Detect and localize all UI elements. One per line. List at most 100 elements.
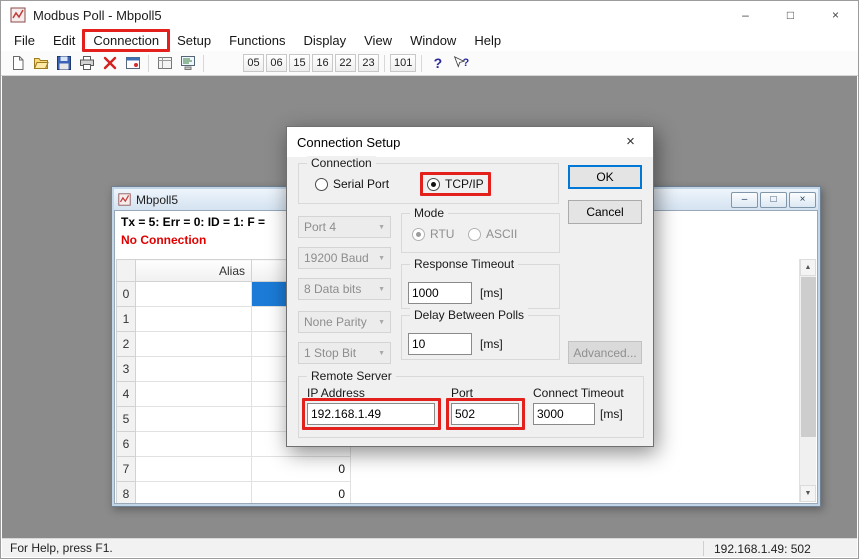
alias-cell[interactable] — [136, 282, 252, 307]
func-15-button[interactable]: 15 — [289, 54, 310, 72]
child-minimize-button[interactable]: – — [731, 192, 758, 208]
port-label: Port — [451, 386, 473, 400]
alias-cell[interactable] — [136, 382, 252, 407]
grid-row-8: 8 0 — [117, 482, 351, 505]
serial-port-radio-label: Serial Port — [333, 177, 389, 191]
function-buttons-group: 05 06 15 16 22 23 — [242, 54, 380, 72]
tcpip-radio[interactable]: TCP/IP — [427, 177, 484, 191]
new-file-button[interactable] — [6, 52, 29, 74]
poll-stats-line: Tx = 5: Err = 0: ID = 1: F = — [121, 215, 265, 229]
response-timeout-unit: [ms] — [480, 286, 503, 300]
connection-setup-button[interactable] — [121, 52, 144, 74]
context-help-button[interactable]: ? — [449, 52, 472, 74]
alias-cell[interactable] — [136, 307, 252, 332]
ip-address-input[interactable] — [307, 403, 435, 425]
row-number: 6 — [117, 432, 136, 457]
child-close-button[interactable]: × — [789, 192, 816, 208]
chevron-down-icon: ▼ — [378, 218, 385, 238]
row-number: 8 — [117, 482, 136, 505]
func-06-button[interactable]: 06 — [266, 54, 287, 72]
alias-cell[interactable] — [136, 457, 252, 482]
dialog-close-button[interactable]: × — [608, 127, 653, 156]
baud-rate-select-value: 19200 Baud — [304, 251, 369, 265]
alias-cell[interactable] — [136, 407, 252, 432]
toolbar-separator — [203, 55, 204, 72]
delay-between-polls-group: Delay Between Polls [ms] — [401, 315, 560, 360]
delay-between-polls-label: Delay Between Polls — [410, 308, 528, 322]
row-number: 2 — [117, 332, 136, 357]
response-timeout-input[interactable] — [408, 282, 472, 304]
save-button[interactable] — [52, 52, 75, 74]
print-button[interactable] — [75, 52, 98, 74]
serial-port-radio[interactable]: Serial Port — [315, 177, 389, 191]
minimize-button[interactable]: – — [723, 1, 768, 29]
func-23-button[interactable]: 23 — [358, 54, 379, 72]
alias-cell[interactable] — [136, 332, 252, 357]
chevron-down-icon: ▼ — [378, 313, 385, 333]
menu-window[interactable]: Window — [401, 31, 465, 50]
func-101-button[interactable]: 101 — [390, 54, 416, 72]
child-restore-button[interactable]: □ — [760, 192, 787, 208]
func-05-button[interactable]: 05 — [243, 54, 264, 72]
alias-cell[interactable] — [136, 357, 252, 382]
func-16-button[interactable]: 16 — [312, 54, 333, 72]
row-number: 1 — [117, 307, 136, 332]
grid-corner-cell — [117, 260, 136, 282]
open-file-button[interactable] — [29, 52, 52, 74]
help-button[interactable]: ? — [426, 52, 449, 74]
connect-timeout-input[interactable] — [533, 403, 595, 425]
grid-header-alias[interactable]: Alias — [136, 260, 252, 282]
stop-bits-select-value: 1 Stop Bit — [304, 346, 356, 360]
menu-help[interactable]: Help — [465, 31, 510, 50]
save-icon — [56, 55, 72, 71]
toolbar-separator — [148, 55, 149, 72]
connection-group-label: Connection — [307, 156, 376, 170]
baud-rate-select: 19200 Baud ▼ — [298, 247, 391, 269]
alias-cell[interactable] — [136, 432, 252, 457]
menu-connection-label: Connection — [93, 33, 159, 48]
modbus-poll-logo-icon — [10, 7, 26, 23]
vertical-scrollbar[interactable]: ▲ ▼ — [799, 259, 816, 502]
dialog-titlebar[interactable]: Connection Setup × — [287, 127, 653, 157]
dialog-title: Connection Setup — [297, 135, 400, 150]
ascii-radio: ASCII — [468, 227, 517, 241]
toolbar: 05 06 15 16 22 23 101 ? ? — [1, 51, 858, 76]
value-cell[interactable]: 0 — [252, 482, 351, 505]
mode-group-label: Mode — [410, 206, 448, 220]
row-number: 5 — [117, 407, 136, 432]
row-number: 0 — [117, 282, 136, 307]
port-input[interactable] — [451, 403, 519, 425]
rtu-radio: RTU — [412, 227, 454, 241]
menu-view[interactable]: View — [355, 31, 401, 50]
menubar: File Edit Connection Setup Functions Dis… — [1, 29, 858, 51]
value-cell[interactable]: 0 — [252, 457, 351, 482]
menu-setup[interactable]: Setup — [168, 31, 220, 50]
delay-between-polls-input[interactable] — [408, 333, 472, 355]
window-title: Modbus Poll - Mbpoll5 — [33, 8, 162, 23]
maximize-button[interactable]: □ — [768, 1, 813, 29]
menu-connection[interactable]: Connection — [84, 31, 168, 50]
close-button[interactable]: × — [813, 1, 858, 29]
child-window-icon — [118, 193, 131, 206]
communication-traffic-button[interactable] — [176, 52, 199, 74]
poll-definition-button[interactable] — [153, 52, 176, 74]
cancel-button[interactable]: Cancel — [568, 200, 642, 224]
scroll-down-arrow[interactable]: ▼ — [800, 485, 816, 502]
scrollbar-thumb[interactable] — [801, 277, 816, 437]
menu-file[interactable]: File — [5, 31, 44, 50]
func-22-button[interactable]: 22 — [335, 54, 356, 72]
menu-display[interactable]: Display — [295, 31, 356, 50]
tcpip-radio-label: TCP/IP — [445, 177, 484, 191]
ok-button[interactable]: OK — [568, 165, 642, 189]
app-icon — [10, 7, 26, 23]
alias-cell[interactable] — [136, 482, 252, 505]
menu-edit[interactable]: Edit — [44, 31, 84, 50]
disconnect-button[interactable] — [98, 52, 121, 74]
window-controls: – □ × — [723, 1, 858, 29]
disconnect-icon — [102, 55, 118, 71]
menu-functions[interactable]: Functions — [220, 31, 294, 50]
chevron-down-icon: ▼ — [378, 249, 385, 269]
scroll-up-arrow[interactable]: ▲ — [800, 259, 816, 276]
delay-between-polls-unit: [ms] — [480, 337, 503, 351]
connect-timeout-unit: [ms] — [600, 407, 623, 421]
